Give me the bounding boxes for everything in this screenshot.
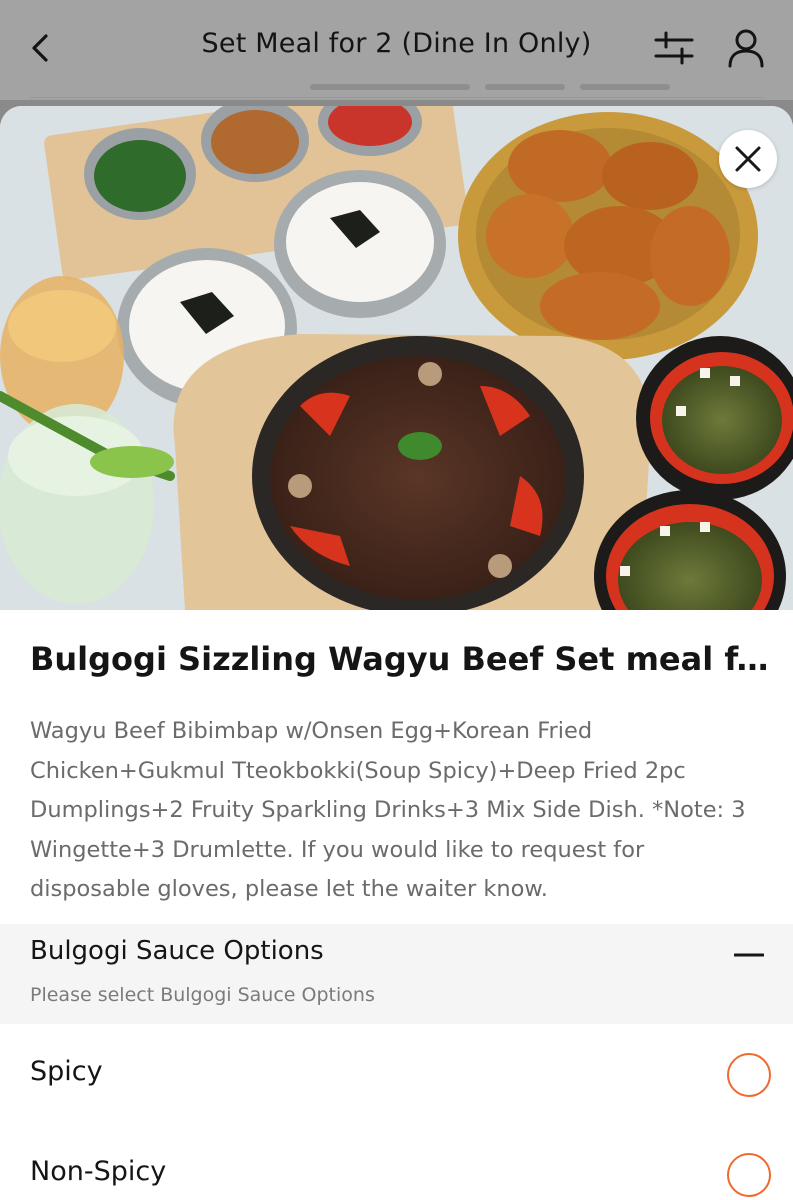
radio-button-non-spicy[interactable]	[727, 1153, 771, 1197]
item-detail-sheet: Bulgogi Sizzling Wagyu Beef Set meal f..…	[0, 106, 793, 1200]
section-subtext: Please select Bulgogi Sauce Options	[30, 984, 375, 1006]
option-label: Non-Spicy	[30, 1156, 167, 1187]
close-button[interactable]	[719, 130, 777, 188]
close-icon	[735, 146, 761, 172]
option-spicy[interactable]: Spicy	[0, 1024, 793, 1124]
page: Set Meal for 2 (Dine In Only) Bulgogi Si…	[0, 0, 793, 1200]
option-non-spicy[interactable]: Non-Spicy	[0, 1124, 793, 1200]
background-content-peek	[30, 84, 763, 98]
user-icon	[728, 29, 764, 68]
item-description: Wagyu Beef Bibimbap w/Onsen Egg+Korean F…	[30, 718, 746, 903]
profile-button[interactable]	[722, 24, 770, 72]
sliders-icon	[654, 31, 694, 65]
option-label: Spicy	[30, 1056, 103, 1087]
filter-button[interactable]	[652, 28, 696, 68]
section-heading: Bulgogi Sauce Options	[30, 936, 324, 966]
item-title: Bulgogi Sizzling Wagyu Beef Set meal f..…	[30, 640, 770, 678]
item-image	[0, 106, 793, 610]
top-app-bar: Set Meal for 2 (Dine In Only)	[0, 0, 793, 100]
radio-button-spicy[interactable]	[727, 1053, 771, 1097]
minus-icon[interactable]	[734, 950, 764, 960]
sauce-options-section-header[interactable]: Bulgogi Sauce Options Please select Bulg…	[0, 924, 793, 1024]
